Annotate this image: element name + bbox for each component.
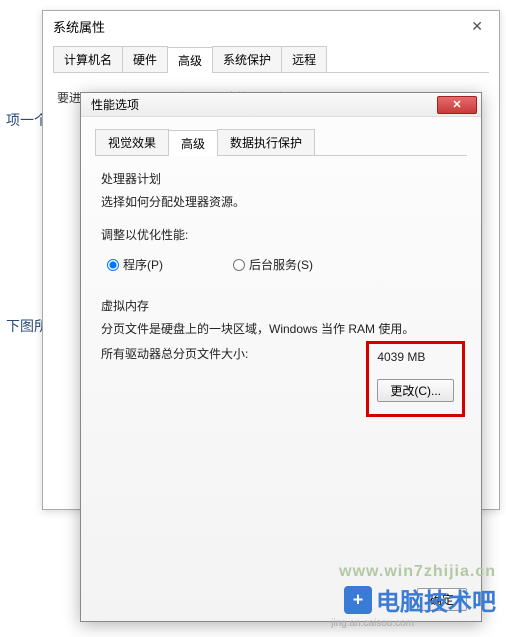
optimize-label: 调整以优化性能: [101,226,461,245]
tab-remote[interactable]: 远程 [281,46,327,72]
titlebar-front: 性能选项 ✕ [81,93,481,117]
watermark-brand-text: 电脑技术吧 [376,582,496,617]
tab-advanced-perf[interactable]: 高级 [168,130,218,156]
watermark-sub: jing.an.caisou.com [331,618,414,629]
radio-services-label: 后台服务(S) [249,256,313,275]
watermark-brand: 电脑技术吧 [344,582,496,617]
tab-hardware[interactable]: 硬件 [122,46,168,72]
radio-programs-label: 程序(P) [123,256,163,275]
processor-desc: 选择如何分配处理器资源。 [101,193,461,212]
tab-visual-effects[interactable]: 视觉效果 [95,129,169,155]
vm-heading: 虚拟内存 [101,297,461,316]
tabs-front: 视觉效果 高级 数据执行保护 [95,129,467,156]
close-button[interactable]: ✕ [437,96,477,114]
content-area: 处理器计划 选择如何分配处理器资源。 调整以优化性能: 程序(P) 后台服务(S… [81,156,481,453]
tab-system-protection[interactable]: 系统保护 [212,46,282,72]
performance-options-window: 性能选项 ✕ 视觉效果 高级 数据执行保护 处理器计划 选择如何分配处理器资源。… [80,92,482,622]
titlebar-back: 系统属性 ✕ [43,11,499,42]
change-button[interactable]: 更改(C)... [377,379,454,402]
vm-total-row: 所有驱动器总分页文件大小: 4039 MB 更改(C)... [101,345,461,417]
processor-heading: 处理器计划 [101,170,461,189]
radio-programs[interactable]: 程序(P) [107,256,163,275]
window-title-front: 性能选项 [91,96,139,113]
radio-programs-input[interactable] [107,259,119,271]
vm-total-label: 所有驱动器总分页文件大小: [101,345,248,417]
window-title-back: 系统属性 [53,17,105,36]
processor-section: 处理器计划 选择如何分配处理器资源。 调整以优化性能: 程序(P) 后台服务(S… [101,170,461,275]
vm-desc: 分页文件是硬盘上的一块区域，Windows 当作 RAM 使用。 [101,320,461,339]
tabs-back: 计算机名 硬件 高级 系统保护 远程 [53,46,489,73]
highlight-box: 4039 MB 更改(C)... [366,341,465,417]
watermark-url: www.win7zhijia.cn [339,563,496,581]
close-icon[interactable]: ✕ [465,18,489,35]
radio-services-input[interactable] [233,259,245,271]
radio-group: 程序(P) 后台服务(S) [107,256,461,275]
radio-services[interactable]: 后台服务(S) [233,256,313,275]
tab-advanced[interactable]: 高级 [167,47,213,73]
brand-icon [344,586,372,614]
virtual-memory-section: 虚拟内存 分页文件是硬盘上的一块区域，Windows 当作 RAM 使用。 所有… [101,297,461,418]
vm-total-value: 4039 MB [377,348,454,367]
tab-dep[interactable]: 数据执行保护 [217,129,315,155]
tab-computer-name[interactable]: 计算机名 [53,46,123,72]
